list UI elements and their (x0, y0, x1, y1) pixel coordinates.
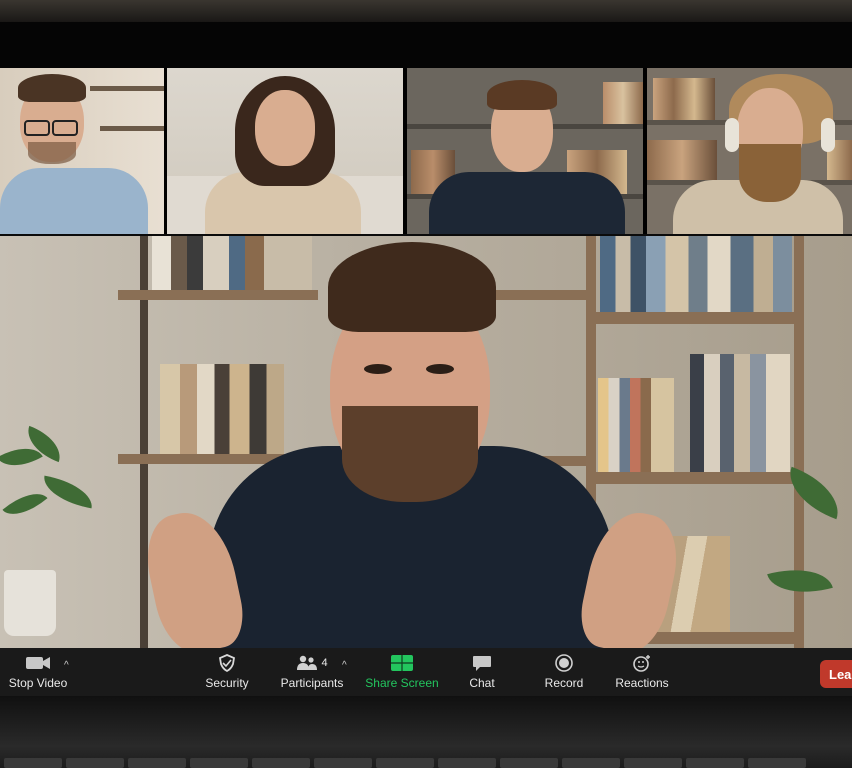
reactions-button[interactable]: Reactions (612, 648, 672, 696)
shield-icon (218, 654, 236, 672)
participant-count: 4 (321, 657, 328, 669)
beard (739, 144, 801, 202)
keyboard-key (376, 758, 434, 768)
security-label: Security (205, 676, 249, 690)
meeting-toolbar: Stop Video ^ Security 4 Participants ^ S… (0, 648, 852, 696)
share-screen-icon (390, 654, 414, 672)
chat-bubble-icon (472, 654, 492, 672)
torso (0, 168, 148, 234)
keyboard-key (748, 758, 806, 768)
face (255, 90, 315, 166)
participants-label: Participants (280, 676, 344, 690)
stop-video-label: Stop Video (8, 676, 68, 690)
video-options-chevron-icon[interactable]: ^ (64, 660, 69, 671)
stop-video-button[interactable]: Stop Video (6, 648, 70, 696)
participant-video (0, 68, 164, 234)
keyboard-row (0, 758, 852, 768)
speaker-person (0, 236, 852, 648)
keyboard-key (66, 758, 124, 768)
participants-options-chevron-icon[interactable]: ^ (342, 660, 347, 671)
keyboard-key (562, 758, 620, 768)
record-label: Record (544, 676, 584, 690)
chat-button[interactable]: Chat (460, 648, 504, 696)
speaker-hair (328, 242, 496, 332)
record-button[interactable]: Record (540, 648, 588, 696)
reactions-label: Reactions (615, 676, 669, 690)
keyboard-key (686, 758, 744, 768)
keyboard-key (252, 758, 310, 768)
share-screen-label: Share Screen (365, 676, 439, 690)
keyboard-key (4, 758, 62, 768)
participant-tile-2[interactable] (167, 68, 403, 234)
leave-button[interactable]: Lea (820, 660, 852, 688)
glasses (24, 120, 50, 136)
keyboard-key (624, 758, 682, 768)
torso (429, 172, 625, 234)
share-screen-button[interactable]: Share Screen (364, 648, 440, 696)
leave-label: Lea (829, 666, 852, 682)
participant-video (167, 68, 403, 234)
keyboard-key (438, 758, 496, 768)
speaker-beard (342, 406, 478, 502)
people-icon: 4 (296, 654, 328, 672)
hair (487, 80, 557, 110)
keyboard-key (128, 758, 186, 768)
speaker-eye (426, 364, 454, 374)
beard (28, 142, 76, 164)
gallery-strip (0, 68, 852, 234)
laptop-bezel (0, 0, 852, 22)
headphones-icon (821, 118, 835, 152)
active-speaker-video[interactable] (0, 236, 852, 648)
emoji-reaction-icon (632, 654, 652, 672)
video-camera-icon (25, 654, 51, 672)
participant-tile-3[interactable] (407, 68, 643, 234)
participants-button[interactable]: 4 Participants (276, 648, 348, 696)
participant-tile-4[interactable] (647, 68, 852, 234)
meeting-top-bar (0, 22, 852, 68)
record-icon (555, 654, 573, 672)
chat-label: Chat (469, 676, 495, 690)
keyboard-key (190, 758, 248, 768)
keyboard-key (314, 758, 372, 768)
hair (18, 74, 86, 102)
keyboard-key (500, 758, 558, 768)
participant-tile-1[interactable] (0, 68, 164, 234)
security-button[interactable]: Security (198, 648, 256, 696)
speaker-eye (364, 364, 392, 374)
participant-video (407, 68, 643, 234)
participant-video (647, 68, 852, 234)
glasses (52, 120, 78, 136)
headphones-icon (725, 118, 739, 152)
